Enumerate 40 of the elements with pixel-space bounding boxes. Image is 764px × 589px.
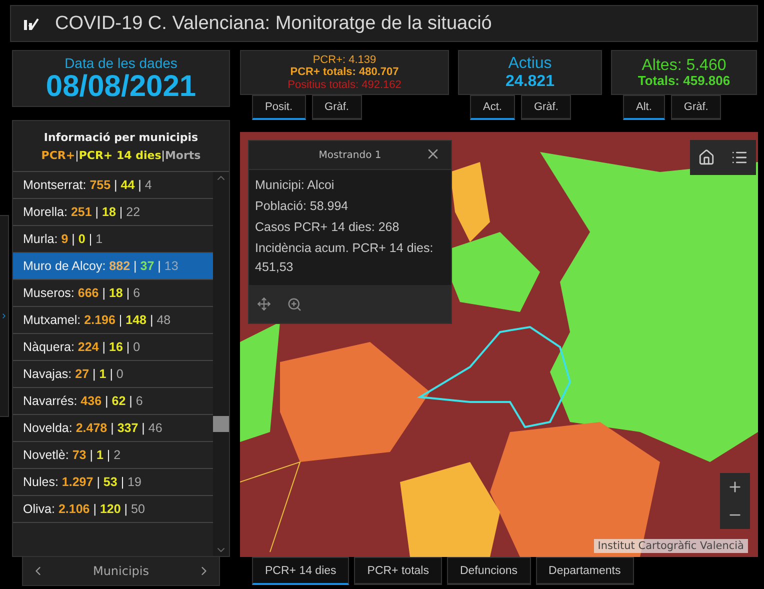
date-value: 08/08/2021: [46, 70, 196, 102]
popup-field: Municipi: Alcoi: [255, 176, 445, 195]
stat-text: Positius totals: 492.162: [288, 78, 402, 91]
card-tab[interactable]: Posit.: [252, 95, 306, 120]
home-icon[interactable]: [698, 149, 715, 166]
list-icon[interactable]: [731, 149, 748, 166]
stat-text: 24.821: [506, 72, 554, 90]
popup-title: Mostrando 1: [318, 150, 382, 160]
map-view[interactable]: Mostrando 1 Municipi: Alcoi Població: 58.994 Casos PCR+ 14 dies: 268 Incidència acum. PCR+ 14 dies: 451,53 Institut Cartogràfic Valencià: [240, 132, 758, 557]
map-tab[interactable]: Defuncions: [446, 557, 531, 585]
date-label: Data de les dades: [64, 54, 178, 70]
chart-check-icon: [23, 16, 39, 30]
card-tab[interactable]: Act.: [470, 95, 515, 120]
stat-text: PCR+: 4.139: [312, 54, 376, 66]
popup-field: Casos PCR+ 14 dies: 268: [255, 218, 445, 237]
pager-label: Municipis: [92, 564, 150, 578]
popup-field: Població: 58.994: [255, 197, 445, 216]
panel-title: Informació per municipis: [44, 130, 198, 144]
map-tab[interactable]: PCR+ 14 dies: [252, 557, 350, 585]
popup-field: Incidència acum. PCR+ 14 dies: 451,53: [255, 239, 445, 277]
zoom-in-icon[interactable]: [287, 296, 302, 312]
municipality-row[interactable]: Muro de Alcoy: 882 | 37 | 13: [13, 253, 213, 280]
legend: PCR+|PCR+ 14 dies|Morts: [41, 148, 201, 162]
stat-text: Totals: 459.806: [638, 74, 730, 88]
app-title: COVID-19 C. Valenciana: Monitoratge de la situació: [55, 12, 492, 34]
stat-text: PCR+ totals: 480.707: [290, 66, 399, 79]
card-tab[interactable]: Gràf.: [520, 95, 572, 120]
card-tab[interactable]: Alt.: [623, 95, 665, 120]
expand-icon[interactable]: [0, 312, 8, 320]
map-tab[interactable]: Departaments: [536, 557, 634, 585]
scroll-thumb[interactable]: [213, 416, 229, 432]
map-tab[interactable]: PCR+ totals: [354, 557, 442, 585]
stat-text: Actius: [508, 54, 552, 72]
map-attribution: Institut Cartogràfic Valencià: [594, 539, 748, 553]
move-icon[interactable]: [257, 297, 271, 311]
card-tab[interactable]: Gràf.: [670, 95, 722, 120]
stat-text: Altes: 5.460: [642, 56, 726, 74]
card-tab[interactable]: Gràf.: [312, 95, 362, 120]
plus-icon[interactable]: [727, 479, 743, 495]
scrollbar[interactable]: [213, 172, 229, 556]
